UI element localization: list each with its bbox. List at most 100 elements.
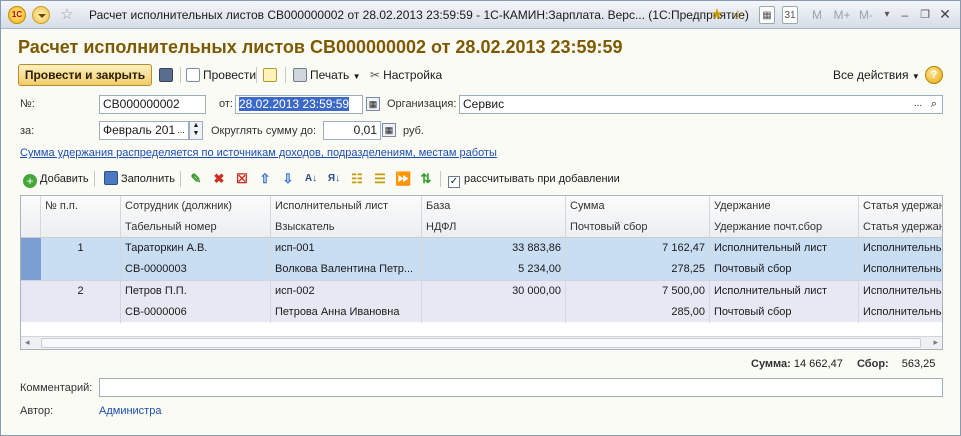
- cell-ndfl[interactable]: 5 234,00: [422, 259, 566, 280]
- sort-ascending-icon[interactable]: A↓: [303, 171, 319, 187]
- cell-employee[interactable]: Петров П.П.: [121, 281, 271, 302]
- comment-field[interactable]: [99, 378, 943, 397]
- fast-forward-icon[interactable]: ⏩: [395, 171, 411, 187]
- select-ellipsis-button[interactable]: ...: [174, 123, 188, 137]
- calendar-icon[interactable]: 31: [782, 6, 798, 24]
- post-and-close-button[interactable]: Провести и закрыть: [18, 64, 152, 86]
- calendar-icon[interactable]: ▦: [366, 97, 380, 111]
- star-icon[interactable]: ☆: [730, 6, 746, 24]
- cell-deduction[interactable]: Исполнительный лист: [710, 238, 859, 259]
- date-value: 28.02.2013 23:59:59: [239, 97, 350, 111]
- cell-postal-deduction[interactable]: Почтовый сбор: [710, 259, 859, 280]
- post-button[interactable]: Провести: [186, 66, 256, 84]
- fill-button[interactable]: Заполнить: [104, 170, 175, 188]
- author-link[interactable]: Администра: [99, 405, 161, 417]
- select-ellipsis-button[interactable]: ...: [911, 97, 925, 111]
- cell-writ[interactable]: исп-002: [271, 281, 422, 302]
- cell-claimant[interactable]: Петрова Анна Ивановна: [271, 302, 422, 323]
- cell-postal-deduction[interactable]: Почтовый сбор: [710, 302, 859, 323]
- recalculate-icon[interactable]: ⇅: [418, 171, 434, 187]
- header-deduction[interactable]: Удержание: [710, 196, 859, 217]
- calculator-icon[interactable]: ▦: [759, 6, 775, 24]
- header-postal-deduction[interactable]: Удержание почт.сбор: [710, 217, 859, 238]
- organization-field[interactable]: Сервис: [459, 95, 943, 114]
- list-icon[interactable]: ☰: [372, 171, 388, 187]
- memory-minus-button[interactable]: M-: [857, 6, 875, 24]
- close-icon[interactable]: ✕: [938, 6, 952, 22]
- table-row[interactable]: 2 Петров П.П. исп-002 30 000,00 7 500,00…: [21, 280, 942, 323]
- header-article-2[interactable]: Статья удержан: [859, 217, 942, 238]
- cell-ndfl[interactable]: [422, 302, 566, 323]
- add-favorite-icon[interactable]: ★: [708, 6, 726, 24]
- cell-num[interactable]: 1: [41, 238, 121, 259]
- cell-postal[interactable]: 278,25: [566, 259, 710, 280]
- memory-m-button[interactable]: M: [809, 6, 825, 24]
- header-base[interactable]: База: [422, 196, 566, 217]
- cell-article-2[interactable]: Исполнительнь: [859, 302, 942, 323]
- search-icon[interactable]: ⌕: [927, 97, 941, 111]
- add-row-label: Добавить: [40, 173, 89, 185]
- round-field[interactable]: 0,01: [323, 121, 381, 140]
- delete-row-icon[interactable]: ✖: [211, 171, 227, 187]
- horizontal-scrollbar[interactable]: ◂ ▸: [21, 336, 942, 349]
- header-ndfl[interactable]: НДФЛ: [422, 217, 566, 238]
- header-article[interactable]: Статья удержан: [859, 196, 942, 217]
- cell-empty: [41, 259, 121, 280]
- round-label: Округлять сумму до:: [211, 125, 317, 137]
- cell-num[interactable]: 2: [41, 281, 121, 302]
- save-button[interactable]: [159, 66, 176, 84]
- table-header: № п.п. Сотрудник (должник) Исполнительны…: [21, 196, 942, 238]
- cell-claimant[interactable]: Волкова Валентина Петр...: [271, 259, 422, 280]
- edit-button[interactable]: [263, 66, 280, 84]
- sort-descending-icon[interactable]: Я↓: [326, 171, 342, 187]
- date-field[interactable]: 28.02.2013 23:59:59: [235, 95, 363, 114]
- header-writ[interactable]: Исполнительный лист: [271, 196, 422, 217]
- table-row[interactable]: 1 Тараторкин А.В. исп-001 33 883,86 7 16…: [21, 238, 942, 280]
- header-employee[interactable]: Сотрудник (должник): [121, 196, 271, 217]
- cell-article[interactable]: Исполнительнь: [859, 281, 942, 302]
- print-button[interactable]: Печать ▼: [293, 66, 361, 84]
- add-row-button[interactable]: + Добавить: [23, 170, 89, 188]
- minimize-icon[interactable]: –: [899, 6, 911, 24]
- cell-tab-number[interactable]: СВ-0000006: [121, 302, 271, 323]
- scroll-right-icon[interactable]: ▸: [933, 337, 938, 348]
- all-actions-button[interactable]: Все действия ▼: [833, 66, 920, 84]
- maximize-icon[interactable]: ❐: [919, 6, 931, 24]
- calc-on-add-checkbox[interactable]: ✓ рассчитывать при добавлении: [448, 170, 620, 188]
- period-spinner[interactable]: ▲ ▼: [189, 121, 203, 140]
- move-down-icon[interactable]: ⇩: [280, 171, 296, 187]
- calculator-icon[interactable]: ▦: [382, 123, 396, 137]
- header-postal[interactable]: Почтовый сбор: [566, 217, 710, 238]
- cell-deduction[interactable]: Исполнительный лист: [710, 281, 859, 302]
- delete-marked-icon[interactable]: ☒: [234, 171, 250, 187]
- cell-tab-number[interactable]: СВ-0000003: [121, 259, 271, 280]
- header-num[interactable]: № п.п.: [41, 196, 121, 217]
- distribution-info-link[interactable]: Сумма удержания распределяется по источн…: [20, 147, 497, 159]
- scrollbar-thumb[interactable]: [41, 338, 921, 348]
- scroll-left-icon[interactable]: ◂: [25, 337, 30, 348]
- cell-writ[interactable]: исп-001: [271, 238, 422, 259]
- help-icon[interactable]: ?: [925, 66, 943, 84]
- cell-employee[interactable]: Тараторкин А.В.: [121, 238, 271, 259]
- cell-base[interactable]: 33 883,86: [422, 238, 566, 259]
- header-tab-number[interactable]: Табельный номер: [121, 217, 271, 238]
- cell-sum[interactable]: 7 500,00: [566, 281, 710, 302]
- settings-button[interactable]: ✂ Настройка: [370, 66, 442, 84]
- cell-article[interactable]: Исполнительнь: [859, 238, 942, 259]
- cell-article-2[interactable]: Исполнительнь: [859, 259, 942, 280]
- app-logo-icon[interactable]: 1С: [8, 6, 26, 24]
- chevron-down-icon[interactable]: ▾: [881, 6, 893, 24]
- main-menu-dropdown-icon[interactable]: [32, 6, 50, 24]
- header-claimant[interactable]: Взыскатель: [271, 217, 422, 238]
- number-field[interactable]: СВ000000002: [99, 95, 206, 114]
- cell-base[interactable]: 30 000,00: [422, 281, 566, 302]
- cell-sum[interactable]: 7 162,47: [566, 238, 710, 259]
- favorite-star-icon[interactable]: ☆: [58, 6, 76, 24]
- cell-postal[interactable]: 285,00: [566, 302, 710, 323]
- edit-row-icon[interactable]: ✎: [188, 171, 204, 187]
- separator: [94, 171, 95, 187]
- header-sum[interactable]: Сумма: [566, 196, 710, 217]
- memory-plus-button[interactable]: M+: [831, 6, 853, 24]
- hierarchy-icon[interactable]: ☷: [349, 171, 365, 187]
- move-up-icon[interactable]: ⇧: [257, 171, 273, 187]
